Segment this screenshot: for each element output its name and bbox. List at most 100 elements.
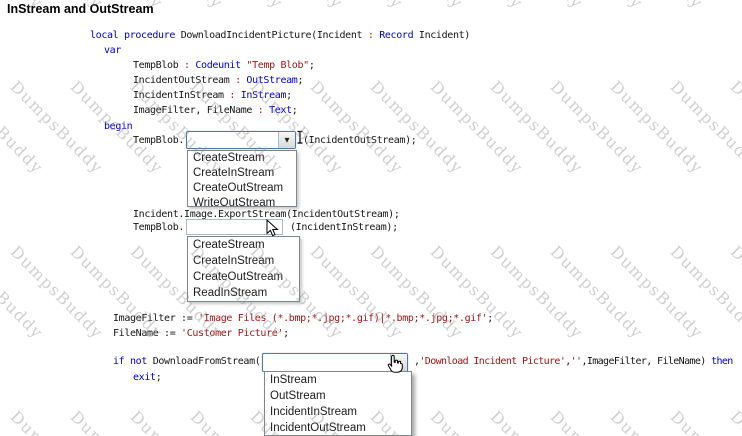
code-token: TempBlob — [133, 60, 185, 71]
watermark-text: DumpsBuddy — [366, 242, 468, 343]
watermark-text: DumpsBuddy — [6, 77, 108, 178]
watermark-text: DumpsBuddy — [427, 407, 528, 436]
tempblob-instream-method-dropdown-list: CreateStream CreateInStream CreateOutStrea… — [187, 236, 300, 302]
watermark-text: DumpsBuddy — [607, 407, 708, 436]
code-token: '' — [570, 356, 582, 367]
watermark-text: DumpsBuddy — [7, 407, 108, 436]
code-token: FileName := — [113, 328, 182, 339]
code-line: TempBlob : Codeunit "Temp Blob"; — [133, 60, 315, 72]
code-token: (IncidentInStream); — [290, 222, 398, 233]
dropdown-option[interactable]: ReadInStream — [188, 285, 299, 301]
watermark-text: DumpsBuddy — [366, 77, 468, 178]
watermark-text: DumpsBuddy — [726, 77, 742, 178]
code-token: 'Customer Picture' — [181, 328, 284, 339]
code-token: TempBlob. — [133, 135, 185, 146]
code-token: ; — [297, 75, 304, 86]
watermark-text: DumpsBuddy — [667, 407, 742, 436]
watermark-text: DumpsBuddy — [127, 407, 228, 436]
code-line: var — [104, 45, 121, 57]
text-cursor-icon — [297, 130, 303, 144]
code-line: ImageFilter, FileName : Text; — [133, 105, 298, 117]
tempblob-outstream-method-dropdown[interactable]: ▼ — [186, 131, 296, 149]
watermark-text: DumpsBuddy — [666, 242, 742, 343]
watermark-text: DumpsBuddy — [306, 242, 408, 343]
watermark-text: DumpsBuddy — [67, 407, 168, 436]
code-token: InStream — [240, 90, 287, 101]
dropdown-option[interactable]: IncidentInStream — [265, 404, 411, 420]
code-token: begin — [104, 121, 133, 132]
dropdown-option[interactable]: IncidentOutStream — [265, 420, 411, 435]
watermark-text: DumpsBuddy — [426, 77, 528, 178]
watermark-text: DumpsBuddy — [0, 77, 48, 178]
dropdown-option[interactable]: CreateStream — [188, 151, 296, 166]
screenshot-canvas: InStream and OutStream local procedure D… — [0, 0, 742, 436]
code-token: Text — [269, 105, 292, 116]
code-token: ; — [155, 372, 162, 383]
dropdown-option[interactable]: CreateOutStream — [188, 181, 296, 196]
code-line: ,'Download Incident Picture','',ImageFil… — [414, 356, 733, 368]
watermark-text: DumpsBuddy — [426, 242, 528, 343]
hand-cursor-icon — [387, 354, 403, 373]
watermark-text: DumpsBuddy — [727, 0, 742, 13]
code-line: if not DownloadFromStream( — [113, 356, 261, 368]
code-line: TempBlob. — [133, 135, 184, 147]
dropdown-option[interactable]: CreateInStream — [188, 253, 299, 269]
tempblob-outstream-method-dropdown-list: CreateStream CreateInStream CreateOutStrea… — [187, 150, 297, 207]
code-token: TempBlob. — [133, 222, 185, 233]
code-token: if not — [113, 356, 148, 367]
page-title: InStream and OutStream — [7, 2, 154, 16]
code-line: local procedure DownloadIncidentPicture(… — [90, 30, 470, 42]
code-token: ; — [308, 60, 315, 71]
code-token: IncidentInStream — [133, 90, 230, 101]
watermark-text: DumpsBuddy — [546, 77, 648, 178]
code-token: 'Image Files (*.bmp;*.jpg;*.gif)|*.bmp;*… — [198, 313, 488, 324]
watermark-text: DumpsBuddy — [606, 242, 708, 343]
watermark-text: DumpsBuddy — [0, 242, 48, 343]
watermark-text: DumpsBuddy — [6, 242, 108, 343]
watermark-text: DumpsBuddy — [307, 0, 408, 13]
dropdown-option[interactable]: InStream — [265, 372, 411, 388]
watermark-text: DumpsBuddy — [606, 77, 708, 178]
code-token: var — [104, 45, 122, 56]
dropdown-option[interactable]: WriteOutStream — [188, 196, 296, 206]
watermark-text: DumpsBuddy — [187, 0, 288, 13]
code-line: ImageFilter := 'Image Files (*.bmp;*.jpg… — [113, 313, 493, 325]
code-token: local procedure — [90, 30, 176, 41]
code-token: ; — [283, 328, 289, 339]
dropdown-option[interactable]: CreateInStream — [188, 166, 296, 181]
dropdown-option[interactable]: CreateStream — [188, 237, 299, 253]
arrow-cursor-icon — [266, 219, 279, 237]
code-token: 'Download Incident Picture' — [419, 356, 566, 367]
code-token: (IncidentOutStream); — [303, 135, 417, 146]
dropdown-option[interactable]: CreateOutStream — [188, 269, 299, 285]
code-token: ; — [291, 105, 298, 116]
code-token: "Temp Blob" — [240, 60, 309, 71]
code-token: then — [711, 356, 733, 367]
code-line: FileName := 'Customer Picture'; — [113, 328, 289, 340]
code-line: IncidentOutStream : OutStream; — [133, 75, 303, 87]
code-line: begin — [104, 121, 133, 133]
code-token: ,ImageFilter, FileName) — [581, 356, 712, 367]
watermark-text: DumpsBuddy — [546, 242, 648, 343]
watermark-text: DumpsBuddy — [486, 242, 588, 343]
watermark-text: DumpsBuddy — [547, 407, 648, 436]
code-line: IncidentInStream : InStream; — [133, 90, 292, 102]
watermark-text: DumpsBuddy — [486, 77, 588, 178]
code-line: (IncidentOutStream); — [303, 135, 417, 147]
watermark-text: DumpsBuddy — [666, 77, 742, 178]
code-token: OutStream — [246, 75, 298, 86]
watermark-text: DumpsBuddy — [727, 407, 742, 436]
watermark-text: DumpsBuddy — [306, 77, 408, 178]
chevron-down-icon[interactable]: ▼ — [278, 132, 295, 148]
code-line: TempBlob. — [133, 222, 184, 234]
code-token: Record — [379, 30, 414, 41]
watermark-text: DumpsBuddy — [247, 0, 348, 13]
dropdown-option[interactable]: OutStream — [265, 388, 411, 404]
watermark-text: DumpsBuddy — [547, 0, 648, 13]
watermark-text: DumpsBuddy — [607, 0, 708, 13]
code-token: DownloadFromStream( — [147, 356, 261, 367]
code-token: Codeunit — [195, 60, 241, 71]
code-token: exit — [133, 372, 156, 383]
code-token: ; — [487, 313, 493, 324]
code-token: ; — [286, 90, 292, 101]
